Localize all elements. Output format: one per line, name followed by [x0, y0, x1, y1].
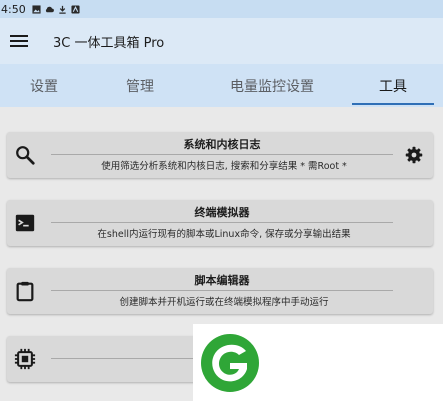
tool-title: 终端模拟器	[194, 206, 250, 219]
menu-button[interactable]	[8, 30, 30, 52]
tab-bar: 设置 管理 电量监控设置 工具	[0, 64, 443, 107]
tab-label: 设置	[30, 78, 58, 95]
tab-tools[interactable]: 工具	[352, 64, 434, 107]
tab-manage[interactable]: 管理	[88, 64, 192, 107]
app-icon	[71, 4, 80, 14]
terminal-icon	[15, 214, 35, 232]
tab-settings[interactable]: 设置	[0, 64, 88, 107]
tab-battery-monitor-settings[interactable]: 电量监控设置	[192, 64, 352, 107]
tab-label: 工具	[379, 78, 407, 95]
tool-card-system-kernel-logs[interactable]: 系统和内核日志 使用筛选分析系统和内核日志, 搜索和分享结果 * 需Root *	[7, 132, 433, 178]
clipboard-icon	[16, 281, 34, 302]
tool-title: 脚本编辑器	[194, 274, 250, 287]
status-time: 4:50	[1, 2, 26, 16]
hamburger-menu-icon	[10, 35, 28, 47]
tool-card-script-editor[interactable]: 脚本编辑器 创建脚本并开机运行或在终端模拟程序中手动运行	[7, 268, 433, 314]
app-bar: 3C 一体工具箱 Pro	[0, 18, 443, 64]
search-icon	[16, 146, 35, 165]
tool-card-terminal-emulator[interactable]: 终端模拟器 在shell内运行现有的脚本或Linux命令, 保存或分享输出结果	[7, 200, 433, 246]
divider	[51, 222, 393, 223]
gear-icon[interactable]	[405, 146, 423, 164]
status-bar: 4:50	[0, 0, 443, 18]
chip-icon	[14, 348, 36, 370]
download-icon	[59, 5, 66, 14]
tool-description: 创建脚本并开机运行或在终端模拟程序中手动运行	[119, 297, 329, 308]
cloud-icon	[45, 6, 54, 12]
tab-indicator	[352, 103, 434, 105]
tab-label: 电量监控设置	[230, 78, 314, 95]
image-icon	[32, 4, 41, 14]
app-title: 3C 一体工具箱 Pro	[53, 35, 165, 51]
tool-description: 在shell内运行现有的脚本或Linux命令, 保存或分享输出结果	[97, 229, 351, 240]
divider	[51, 154, 393, 155]
tool-description: 使用筛选分析系统和内核日志, 搜索和分享结果 * 需Root *	[101, 161, 347, 172]
green-leaf-logo	[201, 334, 259, 392]
divider	[51, 290, 393, 291]
tab-label: 管理	[126, 78, 154, 95]
tool-title: 系统和内核日志	[183, 138, 261, 151]
